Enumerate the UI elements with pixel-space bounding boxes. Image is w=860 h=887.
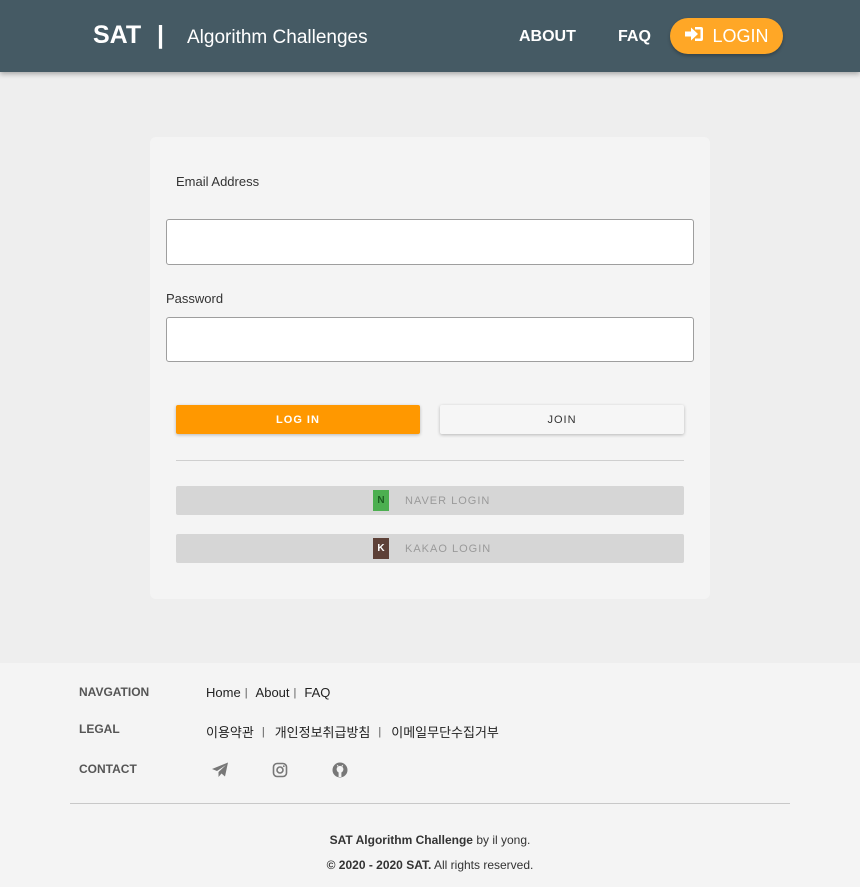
footer-link-privacy[interactable]: 개인정보취급방침: [275, 722, 371, 741]
login-card: Email Address Password LOG IN JOIN N NAV…: [150, 137, 710, 599]
footer-copyright: © 2020 - 2020 SAT. All rights reserved.: [0, 858, 860, 872]
kakao-login-label: KAKAO LOGIN: [405, 543, 492, 555]
sign-in-icon: [684, 25, 704, 48]
nav-about-link[interactable]: ABOUT: [519, 27, 576, 47]
github-icon[interactable]: [331, 761, 349, 779]
top-navbar: SAT | Algorithm Challenges ABOUT FAQ LOG…: [0, 0, 860, 72]
footer-link-separator: |: [293, 686, 297, 699]
footer-credit-title: SAT Algorithm Challenge: [329, 833, 473, 847]
footer-link-email-refusal[interactable]: 이메일무단수집거부: [391, 722, 499, 741]
footer-divider: [70, 803, 790, 804]
login-button[interactable]: LOG IN: [176, 405, 420, 434]
join-button[interactable]: JOIN: [440, 405, 684, 434]
footer-link-about[interactable]: About: [256, 685, 290, 700]
telegram-icon[interactable]: [211, 761, 229, 779]
header-login-button[interactable]: LOGIN: [670, 18, 783, 54]
naver-login-label: NAVER LOGIN: [405, 495, 491, 507]
footer-link-separator: |: [378, 725, 382, 738]
naver-logo-icon: N: [373, 490, 389, 511]
footer-link-faq[interactable]: FAQ: [304, 685, 330, 700]
footer-link-terms[interactable]: 이용약관: [206, 722, 254, 741]
brand-logo[interactable]: SAT: [93, 20, 141, 50]
nav-faq-link[interactable]: FAQ: [618, 27, 651, 47]
footer: NAVGATION Home | About | FAQ LEGAL 이용약관 …: [0, 663, 860, 887]
footer-copyright-years: © 2020 - 2020 SAT.: [326, 858, 432, 872]
kakao-login-button[interactable]: K KAKAO LOGIN: [176, 534, 684, 563]
footer-credit-author: by il yong.: [476, 833, 531, 847]
footer-link-home[interactable]: Home: [206, 685, 241, 700]
footer-legal-links: 이용약관 | 개인정보취급방침 | 이메일무단수집거부: [206, 722, 499, 741]
form-divider: [176, 460, 684, 461]
footer-link-separator: |: [244, 686, 248, 699]
naver-login-button[interactable]: N NAVER LOGIN: [176, 486, 684, 515]
footer-navigation-links: Home | About | FAQ: [206, 685, 330, 700]
password-label: Password: [166, 291, 224, 306]
footer-legal-heading: LEGAL: [79, 722, 120, 736]
footer-navigation-heading: NAVGATION: [79, 685, 150, 699]
footer-contact-heading: CONTACT: [79, 762, 137, 776]
brand-separator: |: [157, 21, 164, 49]
brand-subtitle: Algorithm Challenges: [187, 27, 368, 48]
email-field[interactable]: [166, 219, 694, 265]
header-login-label: LOGIN: [712, 25, 769, 46]
instagram-icon[interactable]: [271, 761, 289, 779]
footer-link-separator: |: [261, 725, 265, 738]
footer-copyright-rights: All rights reserved.: [433, 858, 534, 872]
kakao-logo-icon: K: [373, 538, 389, 559]
footer-credit: SAT Algorithm Challenge by il yong.: [0, 833, 860, 847]
email-label: Email Address: [176, 174, 260, 189]
password-field[interactable]: [166, 317, 694, 362]
